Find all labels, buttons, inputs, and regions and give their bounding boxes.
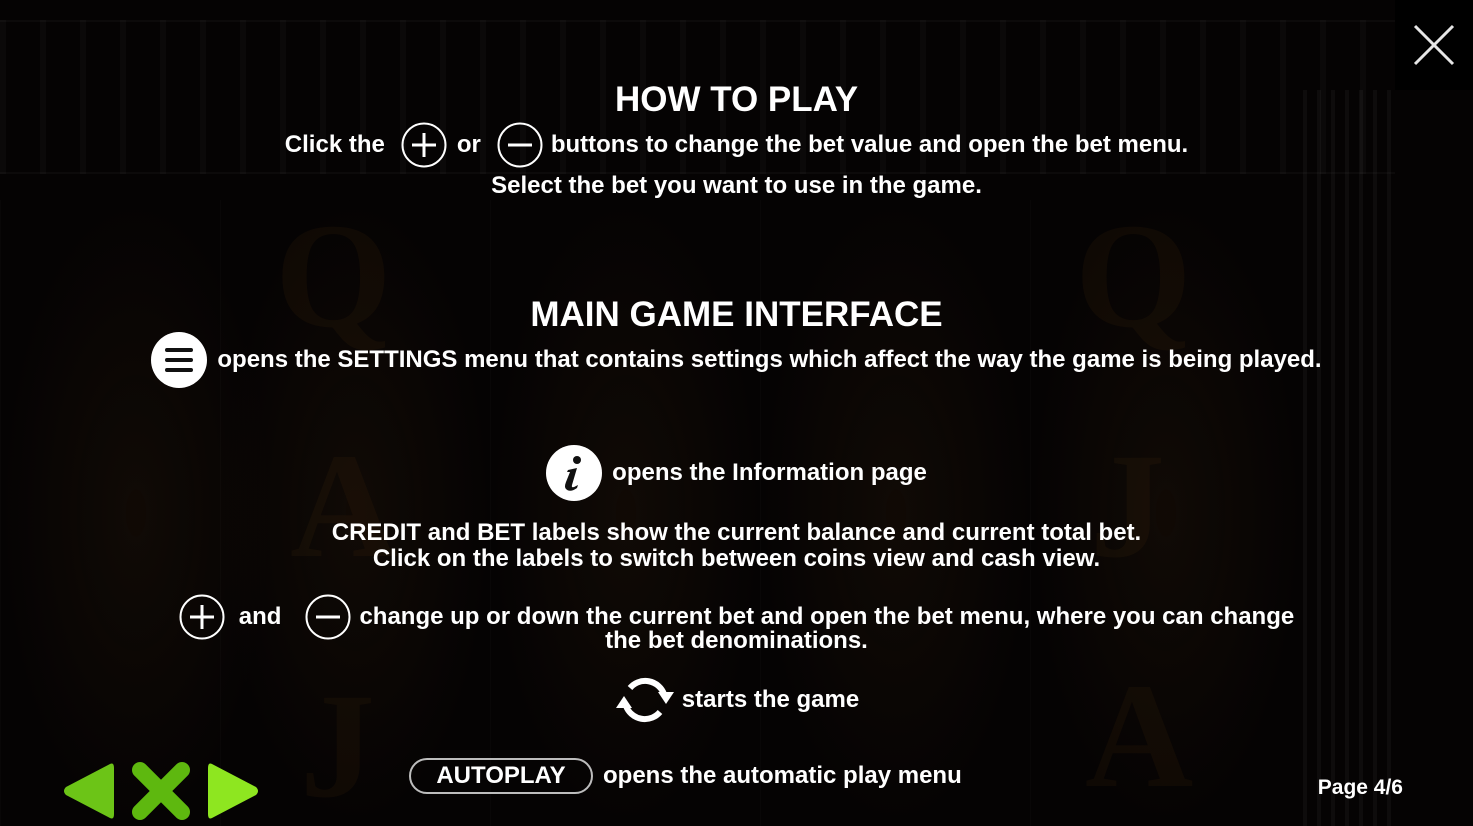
plus-circle-icon	[401, 122, 447, 168]
page-navigation	[60, 760, 262, 822]
autoplay-line: AUTOPLAY opens the automatic play menu	[409, 756, 1473, 796]
bet-instructions-line: Click the or buttons to change the bet v…	[0, 122, 1473, 168]
how-to-play-title: HOW TO PLAY	[614, 80, 859, 119]
minus-circle-icon	[497, 122, 543, 168]
background-reel	[490, 200, 761, 826]
credit-line-1: CREDIT and BET labels show the current b…	[0, 519, 1473, 547]
instruction-text: or	[456, 131, 481, 158]
autoplay-description: opens the automatic play menu	[603, 762, 962, 789]
close-button[interactable]	[1395, 0, 1473, 90]
instruction-text: buttons to change the bet value and open…	[550, 131, 1189, 158]
settings-description: opens the SETTINGS menu that contains se…	[217, 346, 1322, 373]
info-description: opens the Information page	[612, 459, 927, 486]
background-reel	[760, 200, 1031, 826]
spin-line: starts the game	[0, 672, 1473, 728]
credit-line-2: Click on the labels to switch between co…	[0, 545, 1473, 573]
background-reel	[0, 200, 271, 826]
spin-icon	[614, 672, 676, 728]
main-interface-title: MAIN GAME INTERFACE	[530, 295, 943, 334]
background-reel	[1030, 200, 1301, 826]
instruction-text: Click the	[284, 131, 385, 158]
select-bet-line: Select the bet you want to use in the ga…	[0, 172, 1473, 200]
info-icon	[546, 445, 603, 501]
spin-description: starts the game	[681, 686, 860, 713]
settings-line: opens the SETTINGS menu that contains se…	[0, 332, 1473, 388]
next-page-button[interactable]	[206, 760, 262, 822]
settings-menu-icon	[151, 332, 208, 388]
background-reel	[220, 200, 491, 826]
credit-description: Click on the labels to switch between co…	[372, 545, 1101, 572]
instruction-text: Select the bet you want to use in the ga…	[491, 172, 982, 199]
credit-description: CREDIT and BET labels show the current b…	[331, 519, 1142, 546]
page-indicator: Page 4/6	[1317, 776, 1403, 799]
close-icon	[1413, 24, 1455, 66]
bet-change-line-2: the bet denominations.	[0, 627, 1473, 655]
close-help-button[interactable]	[130, 760, 192, 822]
previous-page-button[interactable]	[60, 760, 116, 822]
bet-change-description: the bet denominations.	[605, 627, 868, 654]
info-line: opens the Information page	[0, 445, 1473, 501]
autoplay-button-icon: AUTOPLAY	[409, 758, 593, 794]
